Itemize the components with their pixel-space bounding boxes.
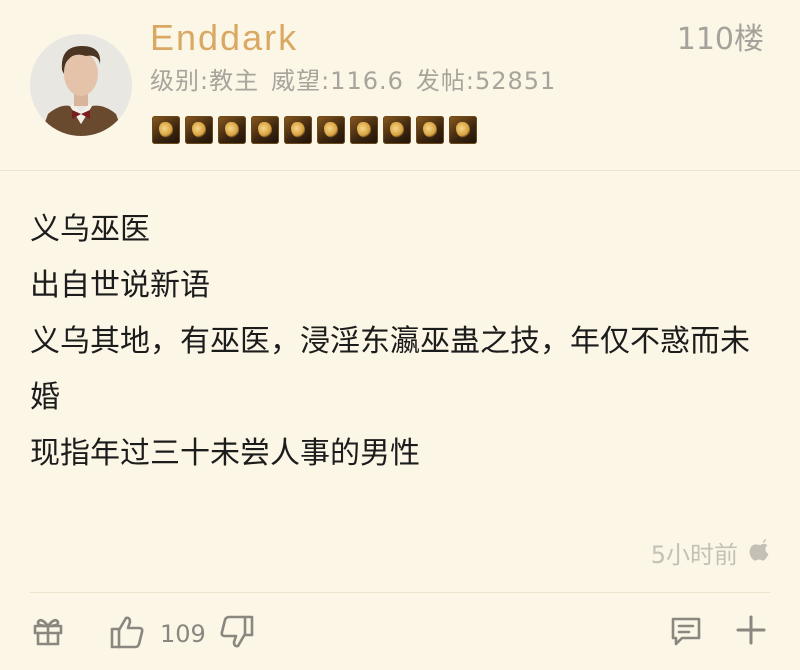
avatar[interactable] xyxy=(30,34,132,136)
plus-icon xyxy=(734,613,768,651)
user-level: 级别:教主 xyxy=(150,67,260,95)
thumbs-up-icon[interactable] xyxy=(108,613,146,655)
content-line: 义乌巫医 xyxy=(30,212,150,247)
content-line: 义乌其地，有巫医，浸淫东瀛巫蛊之技，年仅不惑而未婚 xyxy=(30,324,750,415)
badge-icon[interactable] xyxy=(350,116,378,144)
content-line: 现指年过三十未尝人事的男性 xyxy=(30,436,420,471)
user-stats: 级别:教主 威望:116.6 发帖:52851 xyxy=(150,64,556,98)
badge-icon[interactable] xyxy=(449,116,477,144)
comment-icon xyxy=(668,613,704,653)
badge-icon[interactable] xyxy=(383,116,411,144)
gift-icon xyxy=(30,613,66,653)
user-prestige: 威望:116.6 xyxy=(271,67,404,95)
badge-icon[interactable] xyxy=(284,116,312,144)
floor-number: 110楼 xyxy=(676,22,764,57)
badge-icon[interactable] xyxy=(317,116,345,144)
apple-icon xyxy=(748,538,770,566)
thumbs-down-icon[interactable] xyxy=(218,613,256,655)
like-count: 109 xyxy=(160,620,206,648)
action-bar: 109 xyxy=(0,605,800,661)
badge-icon[interactable] xyxy=(185,116,213,144)
footer-divider xyxy=(30,592,770,593)
post-meta: 5小时前 xyxy=(651,532,770,572)
post-time: 5小时前 xyxy=(650,540,738,569)
post-content: 义乌巫医 出自世说新语 义乌其地，有巫医，浸淫东瀛巫蛊之技，年仅不惑而未婚 现指… xyxy=(30,202,770,482)
username[interactable]: Enddark xyxy=(150,16,298,60)
badge-icon[interactable] xyxy=(251,116,279,144)
content-line: 出自世说新语 xyxy=(30,268,210,303)
badge-icon[interactable] xyxy=(152,116,180,144)
gift-button[interactable] xyxy=(30,613,66,653)
user-post-count: 发帖:52851 xyxy=(415,67,557,95)
like-group: 109 xyxy=(108,613,256,655)
comment-button[interactable] xyxy=(668,613,704,653)
badge-icon[interactable] xyxy=(416,116,444,144)
badge-icon[interactable] xyxy=(218,116,246,144)
badge-list xyxy=(152,116,477,144)
more-button[interactable] xyxy=(734,613,768,651)
header-divider xyxy=(0,170,800,171)
